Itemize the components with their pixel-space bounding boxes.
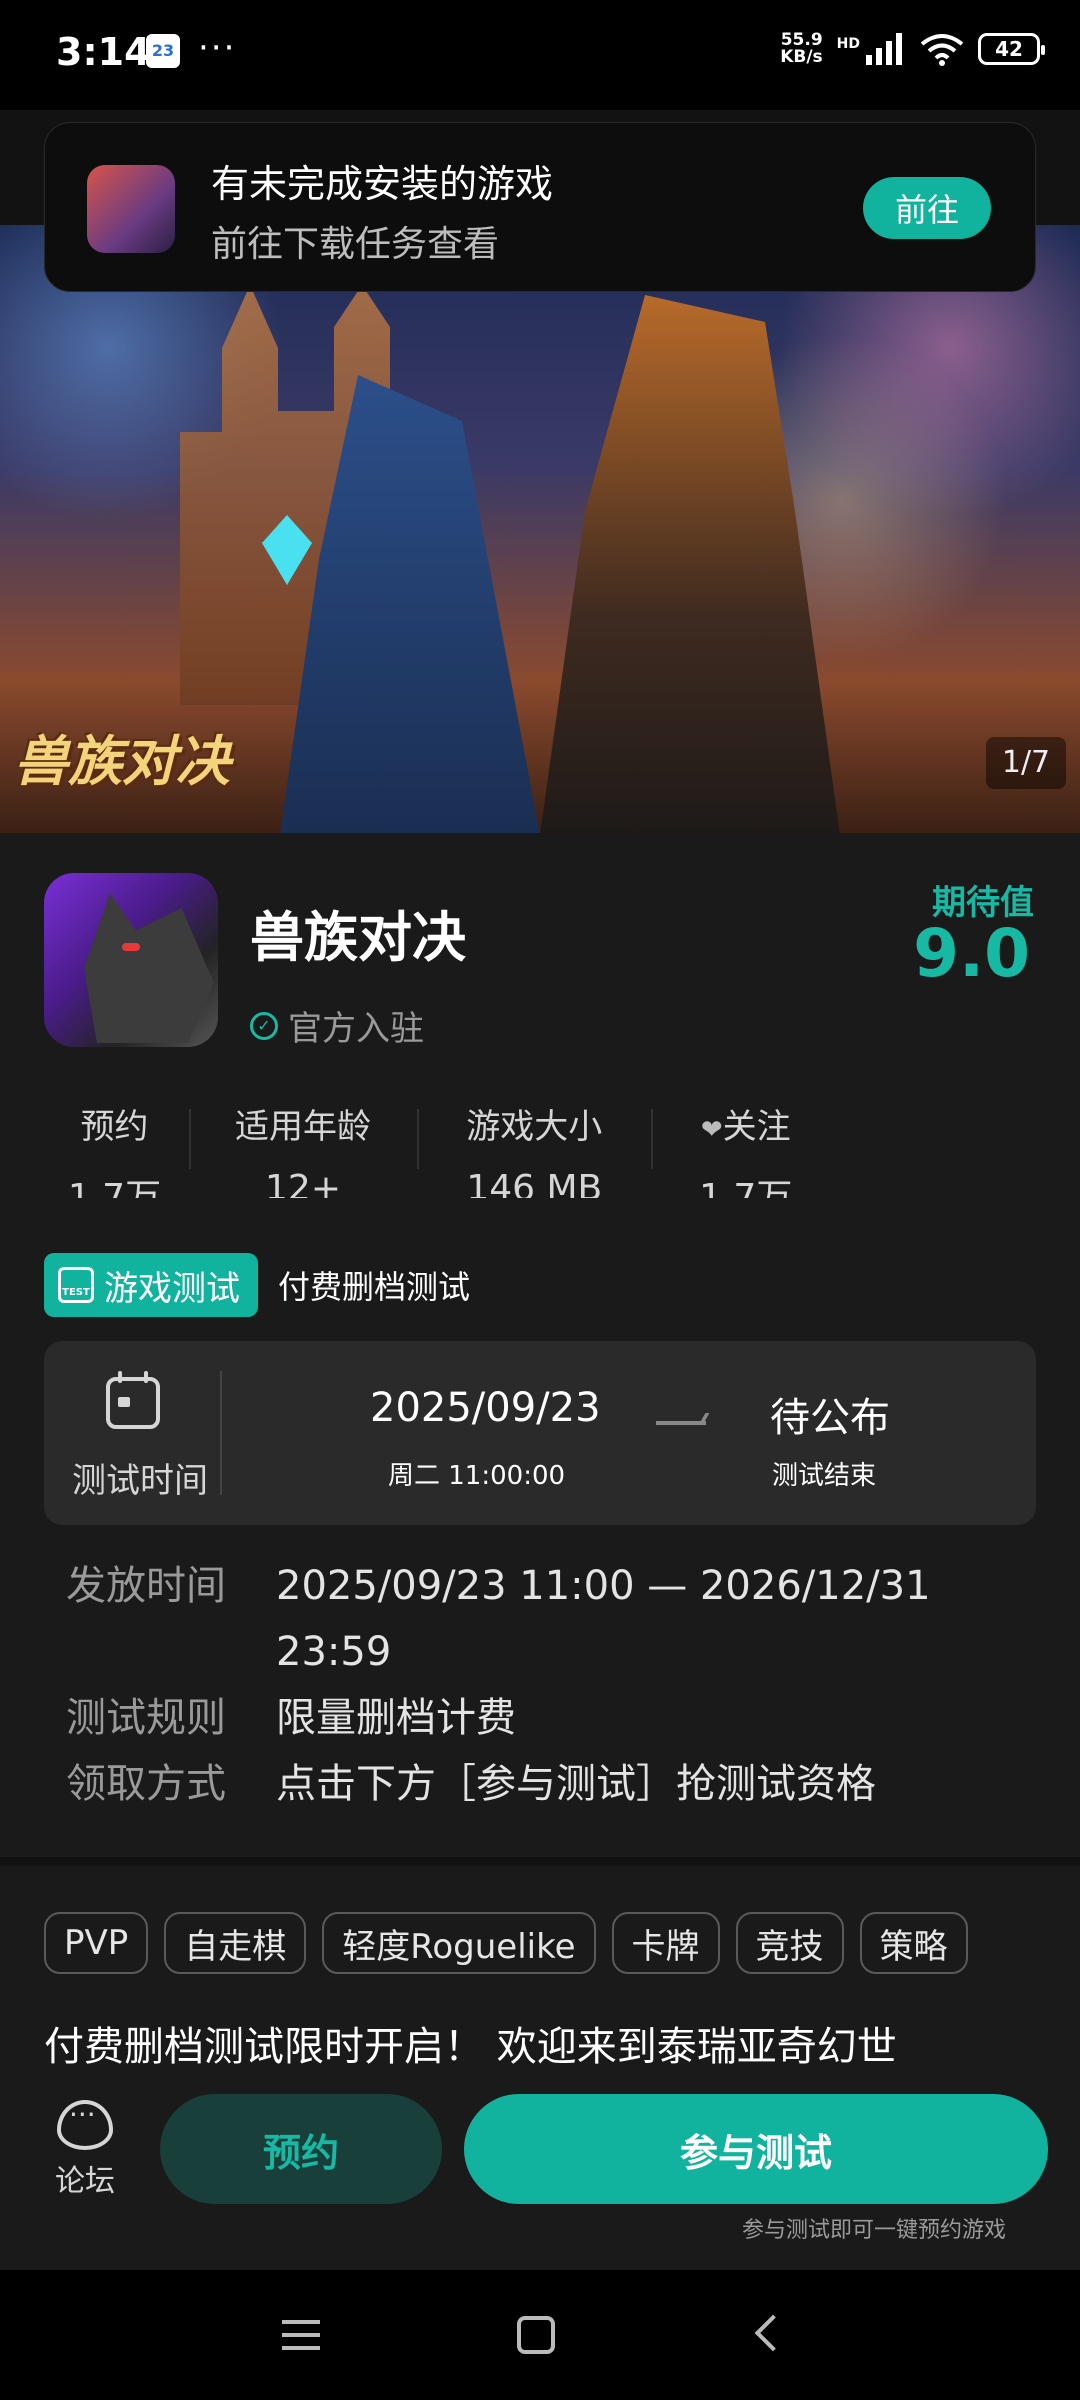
join-hint: 参与测试即可一键预约游戏: [741, 2218, 1006, 2243]
status-indicators: 55.9 KB/s HD 42: [780, 30, 1045, 67]
install-notification[interactable]: 有未完成安装的游戏 前往下载任务查看 前往: [44, 122, 1036, 292]
detail-row: 测试规则 限量删档计费: [66, 1695, 516, 1741]
notification-title: 有未完成安装的游戏: [211, 162, 554, 206]
game-app-icon: [44, 873, 218, 1047]
net-speed: 55.9 KB/s: [780, 30, 823, 67]
arrow-right-icon: [656, 1421, 706, 1425]
test-start-time: 周二 11:00:00: [388, 1461, 566, 1491]
detail-row: 发放时间 2025/09/23 11:00 — 2026/12/31 23:59: [66, 1563, 931, 1675]
system-nav-bar: [0, 2270, 1080, 2400]
fox-archer-illustration: [540, 295, 840, 833]
hd-icon: HD: [836, 36, 860, 52]
notification-subtitle: 前往下载任务查看: [211, 224, 500, 265]
heart-plus-icon: ❤: [700, 1115, 723, 1145]
calendar-icon: [106, 1371, 160, 1429]
game-title: 兽族对决: [250, 906, 466, 969]
tags-section: PVP 自走棋 轻度Roguelike 卡牌 竞技 策略 付费删档测试限时开启！…: [0, 1866, 1080, 2270]
tag-card[interactable]: 卡牌: [611, 1912, 720, 1974]
wifi-icon: [920, 34, 964, 66]
game-intro-text[interactable]: 付费删档测试限时开启！ 欢迎来到泰瑞亚奇幻世: [44, 2014, 897, 2072]
tag-auto-chess[interactable]: 自走棋: [164, 1912, 307, 1974]
detail-row: 领取方式 点击下方［参与测试］抢测试资格: [66, 1761, 876, 1807]
tag-roguelike[interactable]: 轻度Roguelike: [322, 1912, 596, 1974]
test-start-date: 2025/09/23: [370, 1385, 601, 1431]
forum-button[interactable]: 论坛: [40, 2098, 130, 2200]
game-logo: 兽族对决: [14, 730, 230, 793]
test-schedule-card: 测试时间 2025/09/23 周二 11:00:00 待公布 测试结束: [44, 1341, 1036, 1525]
banner-page-counter: 1/7: [986, 737, 1066, 789]
menu-icon[interactable]: [282, 2320, 320, 2350]
game-info-section: 兽族对决 ✓ 官方入驻 期待值 9.0 预约 1.7万 适用年龄 12+ 游戏大…: [0, 833, 1080, 1857]
game-test-badge: TEST 游戏测试: [44, 1253, 258, 1317]
calendar-icon: 23: [146, 34, 180, 68]
game-thumbnail-icon: [87, 165, 175, 253]
test-details: 发放时间 2025/09/23 11:00 — 2026/12/31 23:59…: [66, 1553, 1026, 1817]
test-end-label: 测试结束: [772, 1461, 877, 1491]
tag-competitive[interactable]: 竞技: [735, 1912, 844, 1974]
test-icon: TEST: [58, 1267, 94, 1303]
divider: [220, 1371, 222, 1495]
game-stats: 预约 1.7万 适用年龄 12+ 游戏大小 146 MB ❤关注 1.7万: [40, 1099, 840, 1198]
stat-game-size: 游戏大小 146 MB: [417, 1099, 651, 1198]
hero-banner[interactable]: 兽族对决 1/7: [0, 225, 1080, 833]
stat-reservations: 预约 1.7万: [67, 1107, 162, 1198]
signal-icon: [866, 33, 902, 65]
expectation-score: 9.0: [913, 915, 1030, 992]
go-button[interactable]: 前往: [863, 177, 991, 239]
more-notifications-icon: ···: [198, 28, 237, 68]
official-verified: ✓ 官方入驻: [250, 1001, 424, 1050]
home-icon[interactable]: [517, 2316, 555, 2354]
back-icon[interactable]: [754, 2314, 792, 2352]
tag-pvp[interactable]: PVP: [44, 1912, 149, 1974]
stat-follow[interactable]: ❤关注 1.7万: [651, 1099, 840, 1198]
join-test-button[interactable]: 参与测试: [464, 2094, 1048, 2204]
status-time: 3:14: [56, 30, 151, 74]
tag-strategy[interactable]: 策略: [859, 1912, 968, 1974]
test-end-date: 待公布: [770, 1395, 890, 1441]
chat-bubble-icon: [57, 2098, 113, 2150]
test-type-label: 付费删档测试: [278, 1268, 471, 1306]
tag-list: PVP 自走棋 轻度Roguelike 卡牌 竞技 策略: [44, 1912, 968, 1974]
stat-age-rating: 适用年龄 12+: [188, 1099, 417, 1198]
battery-icon: 42: [978, 33, 1045, 65]
reserve-button[interactable]: 预约: [160, 2094, 442, 2204]
status-bar: 3:14 23 ··· 55.9 KB/s HD 42: [0, 0, 1080, 110]
test-type-row: TEST 游戏测试 付费删档测试: [44, 1253, 470, 1317]
check-circle-icon: ✓: [250, 1011, 278, 1040]
test-time-label: 测试时间: [72, 1461, 208, 1501]
